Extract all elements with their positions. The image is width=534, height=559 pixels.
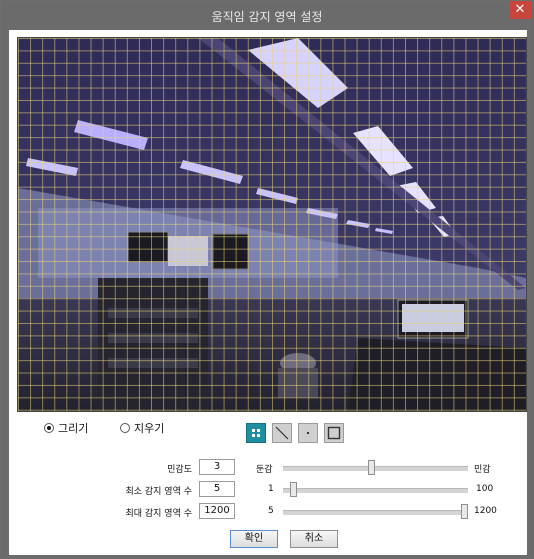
window-border-bottom	[1, 555, 533, 558]
close-button[interactable]: ✕	[509, 1, 531, 19]
grid-select-icon	[252, 429, 260, 437]
draw-radio[interactable]	[44, 423, 54, 433]
title-bar[interactable]: 움직임 감지 영역 설정 ✕	[1, 1, 533, 30]
cancel-button[interactable]: 취소	[290, 530, 338, 548]
min-area-track[interactable]	[283, 488, 468, 493]
line-draw-icon	[275, 426, 289, 440]
erase-mode-label: 지우기	[134, 422, 165, 435]
line-draw-tool[interactable]	[272, 423, 292, 443]
min-area-max-label: 100	[476, 484, 494, 494]
sensitivity-track[interactable]	[283, 466, 468, 471]
min-area-min-label: 1	[268, 484, 274, 494]
min-area-input[interactable]: 5	[199, 481, 235, 497]
sensitivity-slider-thumb[interactable]	[368, 460, 376, 475]
detection-grid[interactable]	[18, 38, 526, 411]
camera-preview[interactable]	[17, 37, 527, 412]
sensitivity-label: 민감도	[167, 465, 192, 475]
erase-radio[interactable]	[120, 423, 130, 433]
min-area-slider-thumb[interactable]	[290, 482, 298, 497]
grid-select-tool[interactable]	[246, 423, 266, 443]
max-area-max-label: 1200	[474, 506, 497, 516]
ok-button[interactable]: 확인	[230, 530, 278, 548]
point-draw-tool[interactable]	[298, 423, 318, 443]
window-title: 움직임 감지 영역 설정	[211, 10, 323, 24]
max-area-slider-thumb[interactable]	[461, 504, 468, 519]
max-area-track[interactable]	[283, 510, 468, 515]
rectangle-draw-icon	[327, 426, 341, 440]
erase-mode-option[interactable]: 지우기	[120, 419, 164, 437]
max-area-min-label: 5	[268, 506, 274, 516]
max-area-label: 최대 감지 영역 수	[125, 509, 192, 519]
draw-mode-option[interactable]: 그리기	[44, 419, 88, 437]
radio-selected-dot	[47, 426, 51, 430]
rectangle-draw-tool[interactable]	[324, 423, 344, 443]
min-area-label: 최소 감지 영역 수	[125, 487, 192, 497]
close-icon: ✕	[514, 2, 526, 17]
window-border-right	[527, 30, 533, 558]
sensitivity-input[interactable]: 3	[199, 459, 235, 475]
sensitivity-max-label: 민감	[474, 465, 491, 475]
draw-mode-label: 그리기	[58, 422, 89, 435]
max-area-input[interactable]: 1200	[199, 503, 235, 519]
window-border-left	[1, 30, 9, 558]
sensitivity-min-label: 둔감	[256, 465, 273, 475]
point-draw-icon	[307, 432, 309, 434]
